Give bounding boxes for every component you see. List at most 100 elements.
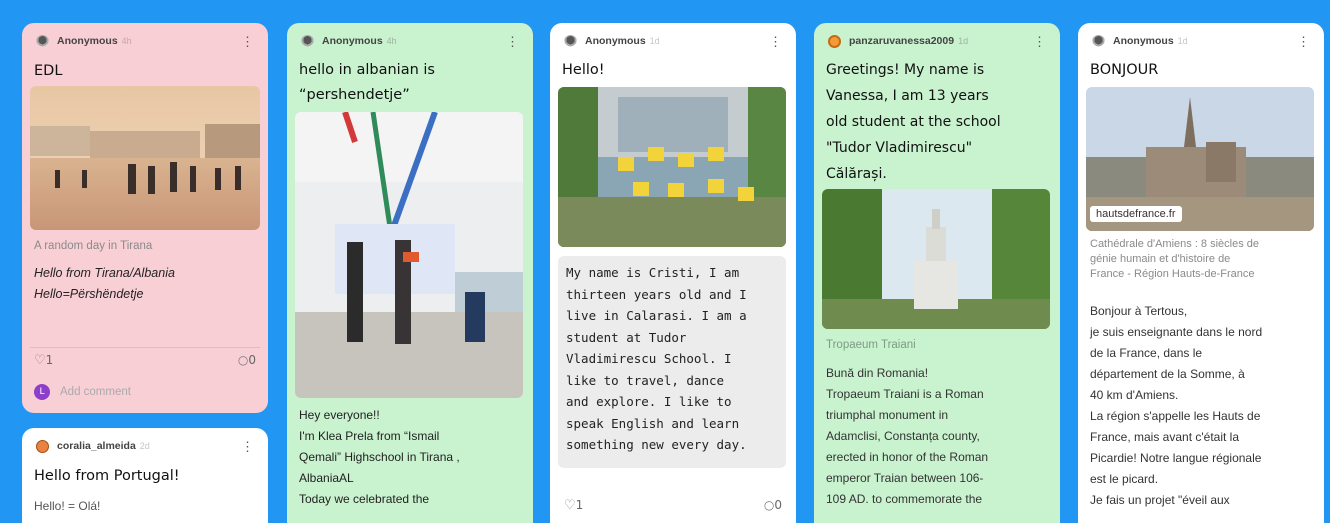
post-author: Anonymous bbox=[57, 35, 118, 47]
post-body-line: and explore. I like to bbox=[566, 394, 732, 409]
more-vertical-icon[interactable]: ⋮ bbox=[1297, 35, 1310, 48]
post-image[interactable] bbox=[30, 86, 260, 230]
post-title: hello in albanian is “pershendetje” bbox=[299, 58, 435, 108]
avatar: L bbox=[34, 384, 50, 400]
post-footer: ♡1 ○0 bbox=[564, 498, 782, 513]
comment-button[interactable]: ○0 bbox=[238, 353, 256, 368]
comment-count: 0 bbox=[774, 498, 782, 512]
post-body-line: Bună din Romania! bbox=[826, 366, 929, 380]
like-count: 1 bbox=[45, 353, 54, 367]
avatar bbox=[36, 439, 49, 453]
post-author: Anonymous bbox=[585, 35, 646, 47]
post-header: panzaruvanessa2009 1d ⋮ bbox=[828, 31, 1050, 51]
like-button[interactable]: ♡1 bbox=[34, 353, 53, 368]
post-body-line: La région s'appelle les Hauts de bbox=[1090, 409, 1261, 423]
post-body-line: France, mais avant c'était la bbox=[1090, 430, 1240, 444]
post-card-albanian[interactable]: Anonymous 4h ⋮ hello in albanian is “per… bbox=[287, 23, 533, 523]
post-card-portugal[interactable]: coralia_almeida 2d ⋮ Hello from Portugal… bbox=[22, 428, 268, 523]
post-body-line: Hey everyone!! bbox=[299, 408, 380, 422]
post-body-line: Bonjour à Tertous, bbox=[1090, 304, 1188, 318]
add-comment-row[interactable]: L Add comment bbox=[34, 384, 131, 400]
post-body: Bună din Romania! Tropaeum Traiani is a … bbox=[826, 363, 988, 510]
post-body-line: Hello from Tirana/Albania bbox=[34, 266, 175, 280]
more-vertical-icon[interactable]: ⋮ bbox=[241, 35, 254, 48]
post-card-bonjour[interactable]: Anonymous 1d ⋮ BONJOUR hautsdefrance.fr … bbox=[1078, 23, 1324, 523]
post-image[interactable] bbox=[822, 189, 1050, 329]
post-card-edl[interactable]: Anonymous 4h ⋮ EDL A random day in Tiran… bbox=[22, 23, 268, 413]
link-preview-image[interactable]: hautsdefrance.fr bbox=[1086, 87, 1314, 231]
comment-bubble-icon: ○ bbox=[237, 353, 249, 367]
post-title: Hello from Portugal! bbox=[34, 468, 180, 484]
school-group-photo bbox=[558, 87, 786, 247]
post-body-line: je suis enseignante dans le nord bbox=[1090, 325, 1263, 339]
avatar bbox=[301, 34, 314, 48]
post-body-line: live in Calarasi. I am a bbox=[566, 308, 747, 323]
post-time: 2d bbox=[139, 441, 150, 451]
post-body-line: student at Tudor bbox=[566, 329, 687, 345]
post-time: 1d bbox=[649, 36, 660, 46]
post-body-line: Hello=Përshëndetje bbox=[34, 287, 144, 301]
post-card-vanessa[interactable]: panzaruvanessa2009 1d ⋮ Greetings! My na… bbox=[814, 23, 1060, 523]
post-body: Hello! = Olá! bbox=[34, 499, 101, 513]
post-caption: Tropaeum Traiani bbox=[826, 339, 916, 351]
post-card-hello[interactable]: Anonymous 1d ⋮ Hello! My name is Cristi,… bbox=[550, 23, 796, 523]
more-vertical-icon[interactable]: ⋮ bbox=[769, 35, 782, 48]
post-time: 4h bbox=[121, 36, 132, 46]
post-title-line: old student at the school bbox=[826, 114, 1001, 130]
post-body-line: est le picard. bbox=[1090, 472, 1159, 486]
post-header: coralia_almeida 2d ⋮ bbox=[36, 436, 258, 456]
post-author: coralia_almeida bbox=[57, 440, 136, 452]
post-header: Anonymous 1d ⋮ bbox=[564, 31, 786, 51]
post-body-line: Vladimirescu School. I bbox=[566, 351, 732, 366]
post-body-line: triumphal monument in bbox=[826, 408, 949, 422]
post-title: BONJOUR bbox=[1090, 62, 1159, 78]
more-vertical-icon[interactable]: ⋮ bbox=[506, 35, 519, 48]
post-body-line: Adamclisi, Constanța county, bbox=[826, 429, 980, 443]
post-body-line: erected in honor of the Roman bbox=[826, 450, 989, 464]
post-body-line: like to travel, dance bbox=[566, 372, 725, 388]
post-time: 4h bbox=[386, 36, 397, 46]
avatar bbox=[1092, 34, 1105, 48]
post-body-line: speak English and learn bbox=[566, 415, 740, 431]
post-caption: A random day in Tirana bbox=[34, 240, 153, 252]
comment-button[interactable]: ○0 bbox=[764, 498, 782, 513]
comment-count: 0 bbox=[248, 353, 256, 367]
post-title-line: Vanessa, I am 13 years bbox=[826, 88, 989, 104]
post-body-line: thirteen years old and I bbox=[566, 286, 747, 302]
post-header: Anonymous 4h ⋮ bbox=[36, 31, 258, 51]
post-title-line: Greetings! My name is bbox=[826, 62, 985, 78]
post-author: Anonymous bbox=[322, 35, 383, 47]
like-button[interactable]: ♡1 bbox=[564, 498, 583, 513]
post-image[interactable] bbox=[558, 87, 786, 247]
avatar bbox=[36, 34, 49, 48]
post-body-line: I'm Klea Prela from “Ismail bbox=[299, 429, 440, 443]
post-body-line: département de la Somme, à bbox=[1090, 367, 1245, 381]
post-footer: ♡1 ○0 bbox=[34, 353, 256, 368]
add-comment-input[interactable]: Add comment bbox=[60, 386, 131, 398]
post-title-line: "Tudor Vladimirescu" bbox=[826, 140, 973, 156]
avatar bbox=[828, 34, 841, 48]
post-title-line: Călărași. bbox=[826, 166, 887, 182]
link-caption-line: France - Région Hauts-de-France bbox=[1090, 268, 1255, 280]
post-body-line: de la France, dans le bbox=[1090, 346, 1203, 360]
post-title: Hello! bbox=[562, 62, 605, 78]
post-body: My name is Cristi, I am thirteen years o… bbox=[566, 262, 747, 456]
more-vertical-icon[interactable]: ⋮ bbox=[241, 440, 254, 453]
link-caption: Cathédrale d'Amiens : 8 siècles de génie… bbox=[1090, 237, 1259, 282]
post-body-line: My name is Cristi, I am bbox=[566, 265, 740, 280]
more-vertical-icon[interactable]: ⋮ bbox=[1033, 35, 1046, 48]
post-body: Hey everyone!! I'm Klea Prela from “Isma… bbox=[299, 405, 460, 510]
post-body-line: 109 AD. to commemorate the bbox=[826, 492, 983, 506]
post-author: panzaruvanessa2009 bbox=[849, 35, 955, 47]
post-body: Bonjour à Tertous, je suis enseignante d… bbox=[1090, 301, 1262, 511]
link-caption-line: Cathédrale d'Amiens : 8 siècles de bbox=[1090, 238, 1260, 250]
post-body-line: something new every day. bbox=[566, 437, 747, 452]
link-domain-label[interactable]: hautsdefrance.fr bbox=[1090, 206, 1182, 222]
divider bbox=[30, 347, 260, 348]
post-image[interactable] bbox=[295, 112, 523, 398]
comment-bubble-icon: ○ bbox=[763, 498, 775, 512]
post-body-line: Picardie! Notre langue régionale bbox=[1090, 451, 1262, 465]
classroom-photo bbox=[295, 112, 523, 398]
post-title: Greetings! My name is Vanessa, I am 13 y… bbox=[826, 57, 1001, 187]
post-body-line: Today we celebrated the bbox=[299, 492, 430, 506]
